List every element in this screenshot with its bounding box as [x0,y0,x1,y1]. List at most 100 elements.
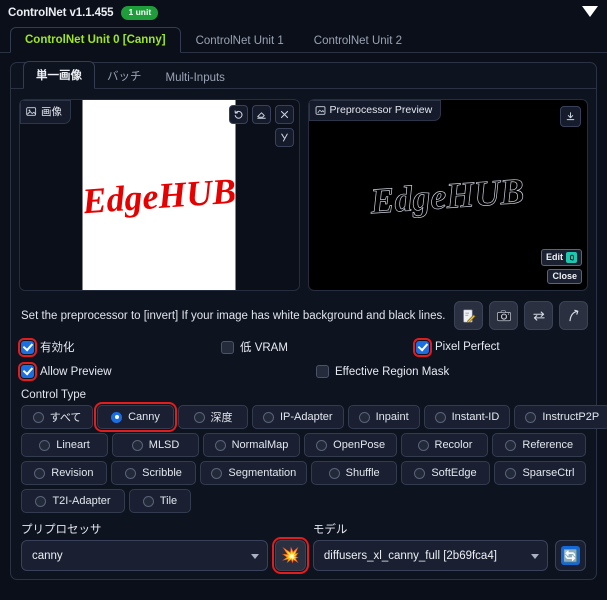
control-type-shuffle[interactable]: Shuffle [311,461,397,485]
control-type-softedge[interactable]: SoftEdge [401,461,490,485]
source-image-box[interactable]: EdgeHUB 画像 [19,99,300,291]
undo-icon[interactable] [228,105,248,124]
refresh-models-button[interactable]: 🔄 [555,540,586,571]
control-type-ip-adapter[interactable]: IP-Adapter [252,405,344,429]
control-type-t2i-adapter[interactable]: T2I-Adapter [21,489,125,513]
enable-checkbox-box[interactable] [18,337,37,357]
allow-preview-checkbox-box[interactable] [18,362,37,381]
preprocessor-field: プリプロセッサ canny [21,521,268,571]
effective-region-mask-checkbox[interactable]: Effective Region Mask [316,365,449,378]
control-type-segmentation-radio[interactable] [211,467,223,479]
source-image-label: 画像 [20,100,71,124]
swap-arrows-icon[interactable] [524,301,553,330]
preview-image-canvas[interactable]: EdgeHUB [345,100,551,290]
control-type-lineart[interactable]: Lineart [21,433,109,457]
pixel-perfect-checkbox[interactable]: Pixel Perfect [413,337,500,357]
control-type-openpose[interactable]: OpenPose [303,433,398,457]
control-type-sparsectrl[interactable]: SparseCtrl [493,461,586,485]
control-type-instructp2p[interactable]: InstructP2P [514,405,607,429]
control-type-t2i-adapter-label: T2I-Adapter [52,495,111,507]
download-icon[interactable] [560,106,581,127]
tab-single-image[interactable]: 単一画像 [23,61,95,89]
control-type-mlsd-radio[interactable] [131,439,143,451]
control-type-openpose-radio[interactable] [316,439,328,451]
allow-preview-checkbox[interactable]: Allow Preview [18,362,316,381]
control-type-tile[interactable]: Tile [129,489,191,513]
preprocessor-preview-box[interactable]: EdgeHUB Preprocessor Preview Edit Close [307,99,588,291]
control-type-normalmap-radio[interactable] [214,439,226,451]
note-pencil-icon[interactable] [454,301,483,330]
control-type-reference-radio[interactable] [505,439,517,451]
input-mode-tab-bar: 単一画像 バッチ Multi-Inputs [11,61,596,89]
control-type-sparsectrl-radio[interactable] [505,467,517,479]
tab-controlnet-unit-1[interactable]: ControlNet Unit 1 [181,28,299,53]
control-type-scribble-radio[interactable] [125,467,137,479]
control-type-instructp2p-label: InstructP2P [542,411,600,423]
control-type-canny-radio[interactable] [111,411,123,423]
tab-controlnet-unit-2[interactable]: ControlNet Unit 2 [299,28,417,53]
control-type-segmentation[interactable]: Segmentation [200,461,308,485]
preview-edit-controls: Edit Close [541,249,582,284]
low-vram-checkbox-label: 低 VRAM [240,342,288,354]
control-type-revision[interactable]: Revision [21,461,107,485]
camera-icon[interactable] [489,301,518,330]
control-type-softedge-radio[interactable] [414,467,426,479]
control-type-depth[interactable]: 深度 [178,405,248,429]
page-title: ControlNet v1.1.455 [8,7,114,19]
control-type-instructp2p-radio[interactable] [525,411,537,423]
control-type-instant-id[interactable]: Instant-ID [423,405,511,429]
eraser-icon[interactable] [251,105,271,124]
effective-region-mask-checkbox-box[interactable] [316,365,329,378]
control-type-all-label: すべて [49,412,82,424]
close-preview-button[interactable]: Close [547,269,582,284]
control-type-recolor-label: Recolor [434,439,473,451]
options-row-1: 有効化 低 VRAM Pixel Perfect [11,334,596,360]
pixel-perfect-checkbox-box[interactable] [413,337,432,357]
low-vram-checkbox-box[interactable] [221,340,234,354]
enable-checkbox[interactable]: 有効化 [18,337,221,357]
close-glyph [280,110,288,119]
control-type-inpaint[interactable]: Inpaint [347,405,420,429]
control-type-revision-radio[interactable] [34,467,46,479]
low-vram-checkbox[interactable]: 低 VRAM [221,339,416,355]
preview-artwork: EdgeHUB [345,100,550,290]
options-row-2: Allow Preview Effective Region Mask [11,360,596,383]
curved-arrow-glyph [568,309,578,321]
model-select[interactable]: diffusers_xl_canny_full [2b69fca4] [312,540,548,571]
tab-multi-inputs[interactable]: Multi-Inputs [154,67,237,89]
edit-in-photopea-button[interactable]: Edit [541,249,582,266]
control-type-instant-id-radio[interactable] [434,411,446,423]
source-image-label-text: 画像 [41,106,62,118]
control-type-recolor-radio[interactable] [417,439,429,451]
control-type-all[interactable]: すべて [21,405,93,429]
control-type-ip-adapter-radio[interactable] [263,411,274,423]
brush-icon[interactable] [274,128,294,147]
control-type-segmentation-label: Segmentation [228,467,297,479]
run-preprocessor-button[interactable]: 💥 [271,537,309,574]
caret-down-icon[interactable] [582,6,598,17]
tab-batch[interactable]: バッチ [95,63,154,89]
control-type-recolor[interactable]: Recolor [401,433,489,457]
control-type-tile-radio[interactable] [142,495,154,507]
preprocessor-select[interactable]: canny [21,540,268,571]
control-type-depth-radio[interactable] [193,411,205,423]
control-type-lineart-radio[interactable] [39,439,51,451]
control-type-scribble[interactable]: Scribble [110,461,197,485]
control-type-inpaint-radio[interactable] [358,411,370,423]
close-button-label: Close [552,271,577,281]
model-value: diffusers_xl_canny_full [2b69fca4] [323,549,497,562]
control-type-normalmap[interactable]: NormalMap [203,433,300,457]
control-type-shuffle-radio[interactable] [328,467,340,479]
control-type-canny[interactable]: Canny [94,402,177,432]
source-image-canvas[interactable]: EdgeHUB [82,100,236,290]
control-type-t2i-adapter-radio[interactable] [35,495,47,507]
control-type-reference-label: Reference [522,439,574,451]
close-icon[interactable] [274,105,294,124]
control-type-all-radio[interactable] [32,411,44,423]
control-type-mlsd[interactable]: MLSD [112,433,200,457]
control-type-reference[interactable]: Reference [492,433,587,457]
control-type-revision-label: Revision [51,467,94,479]
preprocessor-hint-text: Set the preprocessor to [invert] If your… [21,309,446,322]
tab-controlnet-unit-0[interactable]: ControlNet Unit 0 [Canny] [10,27,181,53]
curved-arrow-icon[interactable] [559,301,588,330]
